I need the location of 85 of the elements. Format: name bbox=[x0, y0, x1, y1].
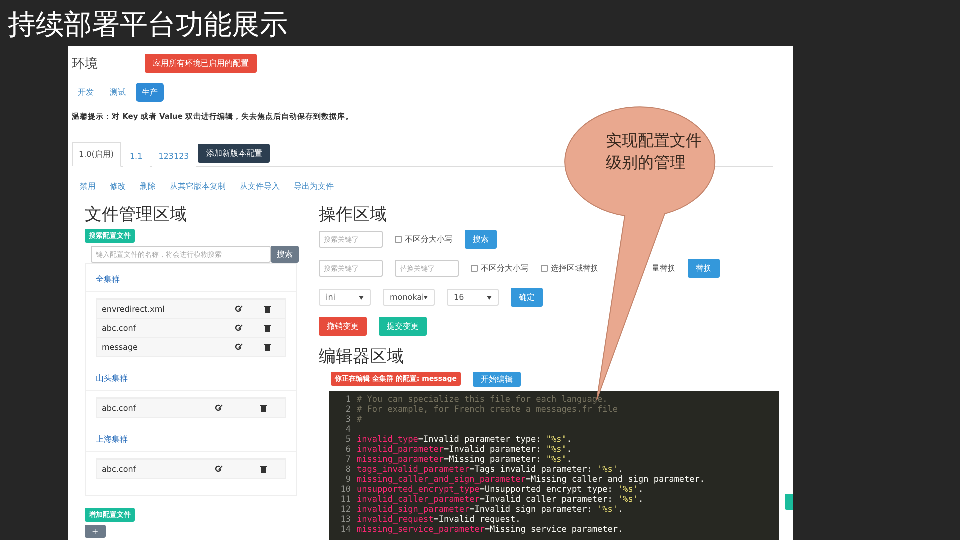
line-number: 9 bbox=[344, 475, 352, 485]
case-option[interactable]: 不区分大小写 bbox=[395, 234, 453, 245]
file-name: message bbox=[101, 342, 139, 352]
caret-icon bbox=[487, 296, 492, 300]
edit-icon[interactable] bbox=[235, 324, 244, 332]
line-number: 2 bbox=[344, 405, 352, 415]
environment-tab[interactable]: 测试 bbox=[104, 83, 132, 102]
apply-button[interactable]: 应用所有环境已启用的配置 bbox=[145, 54, 257, 73]
version-tab[interactable]: 1.0(启用) bbox=[72, 142, 121, 167]
code-line: invalid_request=Invalid request. bbox=[357, 515, 521, 525]
code-line: invalid_sign_parameter=Invalid sign parameter: '%s'. bbox=[357, 505, 624, 515]
revert-button[interactable]: 撤销变更 bbox=[319, 317, 367, 336]
code-line: tags_invalid_parameter=Tags invalid parameter: '%s'. bbox=[357, 465, 624, 475]
section-heading: 文件管理区域 bbox=[85, 204, 188, 226]
add-version-button[interactable]: 添加新版本配置 bbox=[198, 144, 270, 163]
file-name: abc.conf bbox=[101, 324, 138, 332]
line-number: 8 bbox=[344, 465, 352, 475]
commit-button[interactable]: 提交变更 bbox=[379, 317, 427, 336]
cluster-heading: 全集群 bbox=[86, 268, 296, 292]
checkbox[interactable] bbox=[541, 265, 548, 272]
code-line: # You can specialize this file for each language. bbox=[357, 395, 608, 405]
trash-icon[interactable] bbox=[264, 305, 272, 313]
replace-button[interactable]: 替换 bbox=[688, 259, 720, 278]
line-number: 14 bbox=[340, 525, 352, 535]
trash-icon[interactable] bbox=[264, 324, 272, 332]
code-editor[interactable] bbox=[329, 391, 779, 540]
confirm-button[interactable]: 确定 bbox=[511, 288, 543, 307]
line-number: 10 bbox=[340, 485, 352, 495]
code-line: invalid_parameter=Invalid parameter: "%s". bbox=[357, 445, 572, 455]
dropdown[interactable]: monokai bbox=[383, 289, 435, 306]
environment-tab[interactable]: 开发 bbox=[72, 83, 100, 102]
option-label: 量替换 bbox=[652, 263, 676, 274]
code-line: missing_service_parameter=Missing service parameter. bbox=[357, 525, 624, 535]
action-link[interactable]: 删除 bbox=[140, 181, 156, 192]
start-edit-button[interactable]: 开始编辑 bbox=[472, 372, 521, 387]
trash-icon[interactable] bbox=[260, 404, 267, 412]
code-line: missing_parameter=Missing parameter: "%s". bbox=[357, 455, 572, 465]
section-heading: 操作区域 bbox=[319, 204, 388, 226]
add-file-button[interactable]: + bbox=[85, 525, 106, 538]
line-number: 3 bbox=[344, 415, 352, 425]
slide-title: 持续部署平台功能展示 bbox=[7, 7, 289, 43]
edit-icon[interactable] bbox=[215, 404, 223, 412]
code-line: invalid_caller_parameter=Invalid caller parameter: '%s'. bbox=[357, 495, 644, 505]
caret-icon bbox=[359, 296, 364, 300]
code-line: missing_caller_and_sign_parameter=Missing caller and sign parameter. bbox=[357, 475, 706, 485]
section-label: 环境 bbox=[72, 56, 99, 72]
line-number: 13 bbox=[340, 515, 352, 525]
trash-icon[interactable] bbox=[264, 343, 272, 351]
checkbox[interactable] bbox=[471, 265, 478, 272]
file-name: abc.conf bbox=[101, 404, 138, 412]
dropdown[interactable]: 16 bbox=[447, 289, 499, 306]
search-button[interactable]: 搜索 bbox=[465, 230, 497, 249]
cluster-heading: 上海集群 bbox=[86, 428, 296, 452]
dropdown[interactable]: ini bbox=[319, 289, 371, 306]
search-button[interactable]: 搜索 bbox=[271, 246, 299, 263]
line-number: 6 bbox=[344, 445, 352, 455]
edit-icon[interactable] bbox=[215, 465, 223, 473]
file-name: envredirect.xml bbox=[101, 304, 166, 314]
file-name: abc.conf bbox=[101, 464, 138, 474]
line-number: 1 bbox=[344, 395, 352, 405]
section-heading: 编辑器区域 bbox=[319, 346, 405, 368]
line-number: 11 bbox=[340, 495, 352, 505]
code-line: # For example, for French create a messages.fr file bbox=[357, 405, 618, 415]
action-link[interactable]: 修改 bbox=[110, 181, 126, 192]
checkbox[interactable] bbox=[395, 236, 402, 243]
case-option[interactable]: 不区分大小写 bbox=[471, 263, 529, 274]
environment-tab[interactable]: 生产 bbox=[136, 83, 164, 102]
callout-text: 实现配置文件 级别的管理 bbox=[606, 130, 702, 174]
line-number: 4 bbox=[344, 425, 352, 435]
cluster-heading: 山头集群 bbox=[86, 367, 296, 391]
edit-icon[interactable] bbox=[235, 343, 244, 351]
line-number: 7 bbox=[344, 455, 352, 465]
edit-icon[interactable] bbox=[235, 305, 244, 313]
code-line: invalid_type=Invalid parameter type: "%s". bbox=[357, 435, 572, 445]
line-number: 12 bbox=[340, 505, 352, 515]
caret-icon bbox=[424, 296, 428, 300]
action-link[interactable]: 导出为文件 bbox=[294, 181, 334, 192]
code-line: # bbox=[357, 415, 362, 425]
code-line: unsupported_encrypt_type=Unsupported encrypt type: '%s'. bbox=[357, 485, 644, 495]
region-option[interactable]: 选择区域替换 bbox=[541, 263, 599, 274]
trash-icon[interactable] bbox=[260, 465, 267, 473]
action-link[interactable]: 禁用 bbox=[80, 181, 96, 192]
action-link[interactable]: 从文件导入 bbox=[240, 181, 280, 192]
action-link[interactable]: 从其它版本复制 bbox=[170, 181, 226, 192]
line-number: 5 bbox=[344, 435, 352, 445]
